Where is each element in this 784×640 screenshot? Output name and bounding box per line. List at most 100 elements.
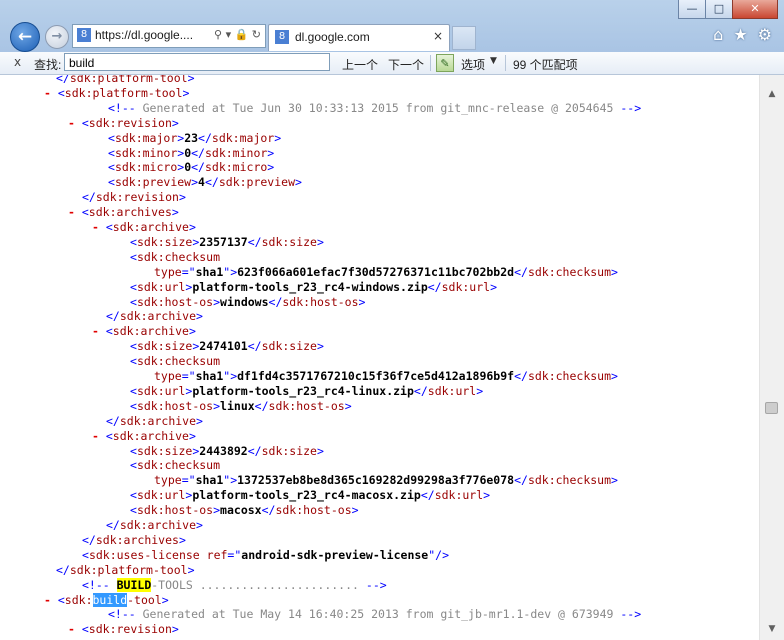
home-icon[interactable]: ⌂: [713, 25, 723, 44]
xml-token: </: [106, 413, 120, 428]
xml-line: </sdk:archive>: [106, 518, 203, 533]
xml-token: >: [188, 428, 196, 443]
favorites-star-icon[interactable]: ★: [733, 25, 747, 44]
tab-favicon-icon: 8: [275, 30, 289, 44]
xml-token: windows: [220, 294, 269, 309]
close-window-button[interactable]: ✕: [732, 0, 778, 19]
xml-token: sdk:host-os: [275, 503, 352, 518]
xml-token: <: [130, 294, 137, 309]
xml-token: Generated at Tue Jun 30 10:33:13 2015 fr…: [135, 100, 621, 115]
xml-token: sdk:archive: [112, 324, 189, 339]
xml-token: type: [154, 264, 182, 279]
xml-token: platform-tools_r23_rc4-linux.zip: [192, 383, 414, 398]
xml-token: >: [178, 532, 186, 547]
find-next-button[interactable]: 下一个: [388, 56, 424, 73]
collapse-toggle[interactable]: -: [44, 593, 58, 607]
xml-line: <!-- BUILD-TOOLS .......................…: [82, 577, 387, 593]
collapse-toggle[interactable]: -: [92, 324, 106, 338]
xml-line: <sdk:host-os>macosx</sdk:host-os>: [130, 503, 359, 518]
xml-token: platform-tools_r23_rc4-macosx.zip: [192, 488, 421, 503]
collapse-toggle[interactable]: -: [68, 622, 82, 636]
find-options-button[interactable]: 选项: [461, 56, 485, 73]
xml-token: <: [130, 249, 137, 264]
xml-token: sdk:major: [114, 130, 178, 145]
xml-token: <!--: [108, 100, 136, 115]
new-tab-button[interactable]: [452, 26, 476, 50]
minimize-button[interactable]: —: [678, 0, 706, 19]
xml-token: Generated at Tue May 14 16:40:25 2013 fr…: [135, 607, 621, 622]
xml-token: </: [247, 339, 262, 354]
collapse-toggle[interactable]: -: [68, 205, 82, 219]
tab-dl-google[interactable]: 8 dl.google.com ×: [268, 24, 450, 51]
xml-token: sdk:archive: [119, 309, 197, 324]
find-separator: [505, 55, 506, 71]
find-input[interactable]: build: [64, 53, 330, 71]
xml-line: - <sdk:build-tool>: [44, 592, 169, 608]
xml-line: <sdk:minor>0</sdk:minor>: [108, 146, 274, 161]
collapse-toggle[interactable]: -: [92, 220, 106, 234]
xml-token: <: [81, 205, 89, 220]
xml-line: </sdk:archive>: [106, 309, 203, 324]
highlight-matches-icon[interactable]: ✎: [436, 54, 454, 72]
xml-token: sdk:url: [441, 279, 491, 294]
xml-token: >: [316, 234, 324, 249]
chevron-down-icon[interactable]: ▼: [490, 56, 497, 66]
xml-line: </sdk:archives>: [82, 533, 186, 548]
xml-line: <sdk:checksum: [130, 458, 220, 473]
back-button[interactable]: ←: [10, 22, 40, 52]
xml-token: <: [57, 592, 65, 607]
collapse-toggle[interactable]: -: [68, 116, 82, 130]
xml-token: ">: [223, 473, 238, 488]
vertical-scrollbar[interactable]: ▲ ▼: [759, 75, 784, 640]
forward-button[interactable]: →: [45, 25, 69, 49]
xml-line: <sdk:host-os>windows</sdk:host-os>: [130, 295, 365, 310]
xml-token: 4: [198, 175, 205, 190]
xml-line: </sdk:revision>: [82, 190, 186, 205]
address-url[interactable]: https://dl.google....: [95, 28, 193, 42]
tab-close-icon[interactable]: ×: [433, 29, 443, 43]
xml-token: sdk:checksum: [527, 473, 612, 488]
xml-token: >: [171, 205, 179, 220]
scroll-thumb[interactable]: [765, 402, 778, 414]
xml-token: sha1: [195, 264, 224, 279]
find-previous-button[interactable]: 上一个: [342, 56, 378, 73]
xml-token: >: [196, 518, 203, 532]
maximize-button[interactable]: □: [705, 0, 733, 19]
xml-token: sdk:minor: [114, 145, 178, 160]
xml-token: >: [187, 75, 195, 85]
xml-token: sdk:archive: [119, 413, 197, 428]
xml-token: ">: [223, 369, 238, 383]
xml-token: </: [514, 264, 528, 279]
address-bar-icons[interactable]: ⚲ ▾ 🔒 ↻: [214, 28, 261, 41]
find-close-icon[interactable]: x: [14, 55, 21, 69]
find-separator: [430, 55, 431, 71]
xml-token: -->: [620, 100, 642, 115]
xml-token: <: [105, 220, 113, 234]
address-bar[interactable]: 8 https://dl.google.... ⚲ ▾ 🔒 ↻: [72, 24, 266, 48]
xml-token: <: [130, 339, 137, 354]
collapse-toggle[interactable]: -: [44, 86, 58, 100]
settings-gear-icon[interactable]: ⚙: [758, 25, 772, 44]
xml-token: 2357137: [199, 234, 248, 249]
xml-line: type="sha1">df1fd4c3571767210c15f36f7ce5…: [154, 369, 618, 384]
xml-token: </: [204, 175, 219, 190]
xml-token: sdk:revision: [88, 622, 172, 637]
xml-token: </: [106, 518, 120, 532]
xml-token: >: [187, 562, 195, 577]
xml-token: >: [316, 443, 324, 458]
collapse-toggle[interactable]: -: [92, 429, 106, 443]
xml-token: >: [476, 383, 484, 398]
xml-token: macosx: [220, 503, 262, 518]
scroll-up-icon[interactable]: ▲: [764, 89, 780, 99]
xml-token: sdk:checksum: [527, 264, 612, 279]
xml-line: - <sdk:revision>: [68, 116, 179, 131]
xml-token: platform-tools_r23_rc4-windows.zip: [192, 279, 428, 294]
xml-token: sdk:platform-tool: [64, 85, 183, 100]
xml-token: </: [514, 369, 528, 383]
scroll-down-icon[interactable]: ▼: [764, 624, 780, 634]
xml-token: sdk:size: [136, 339, 193, 354]
xml-token: sdk:checksum: [136, 354, 221, 369]
xml-line: <sdk:url>platform-tools_r23_rc4-macosx.z…: [130, 488, 490, 503]
xml-token: </: [427, 279, 442, 294]
xml-line: <sdk:size>2474101</sdk:size>: [130, 339, 324, 354]
